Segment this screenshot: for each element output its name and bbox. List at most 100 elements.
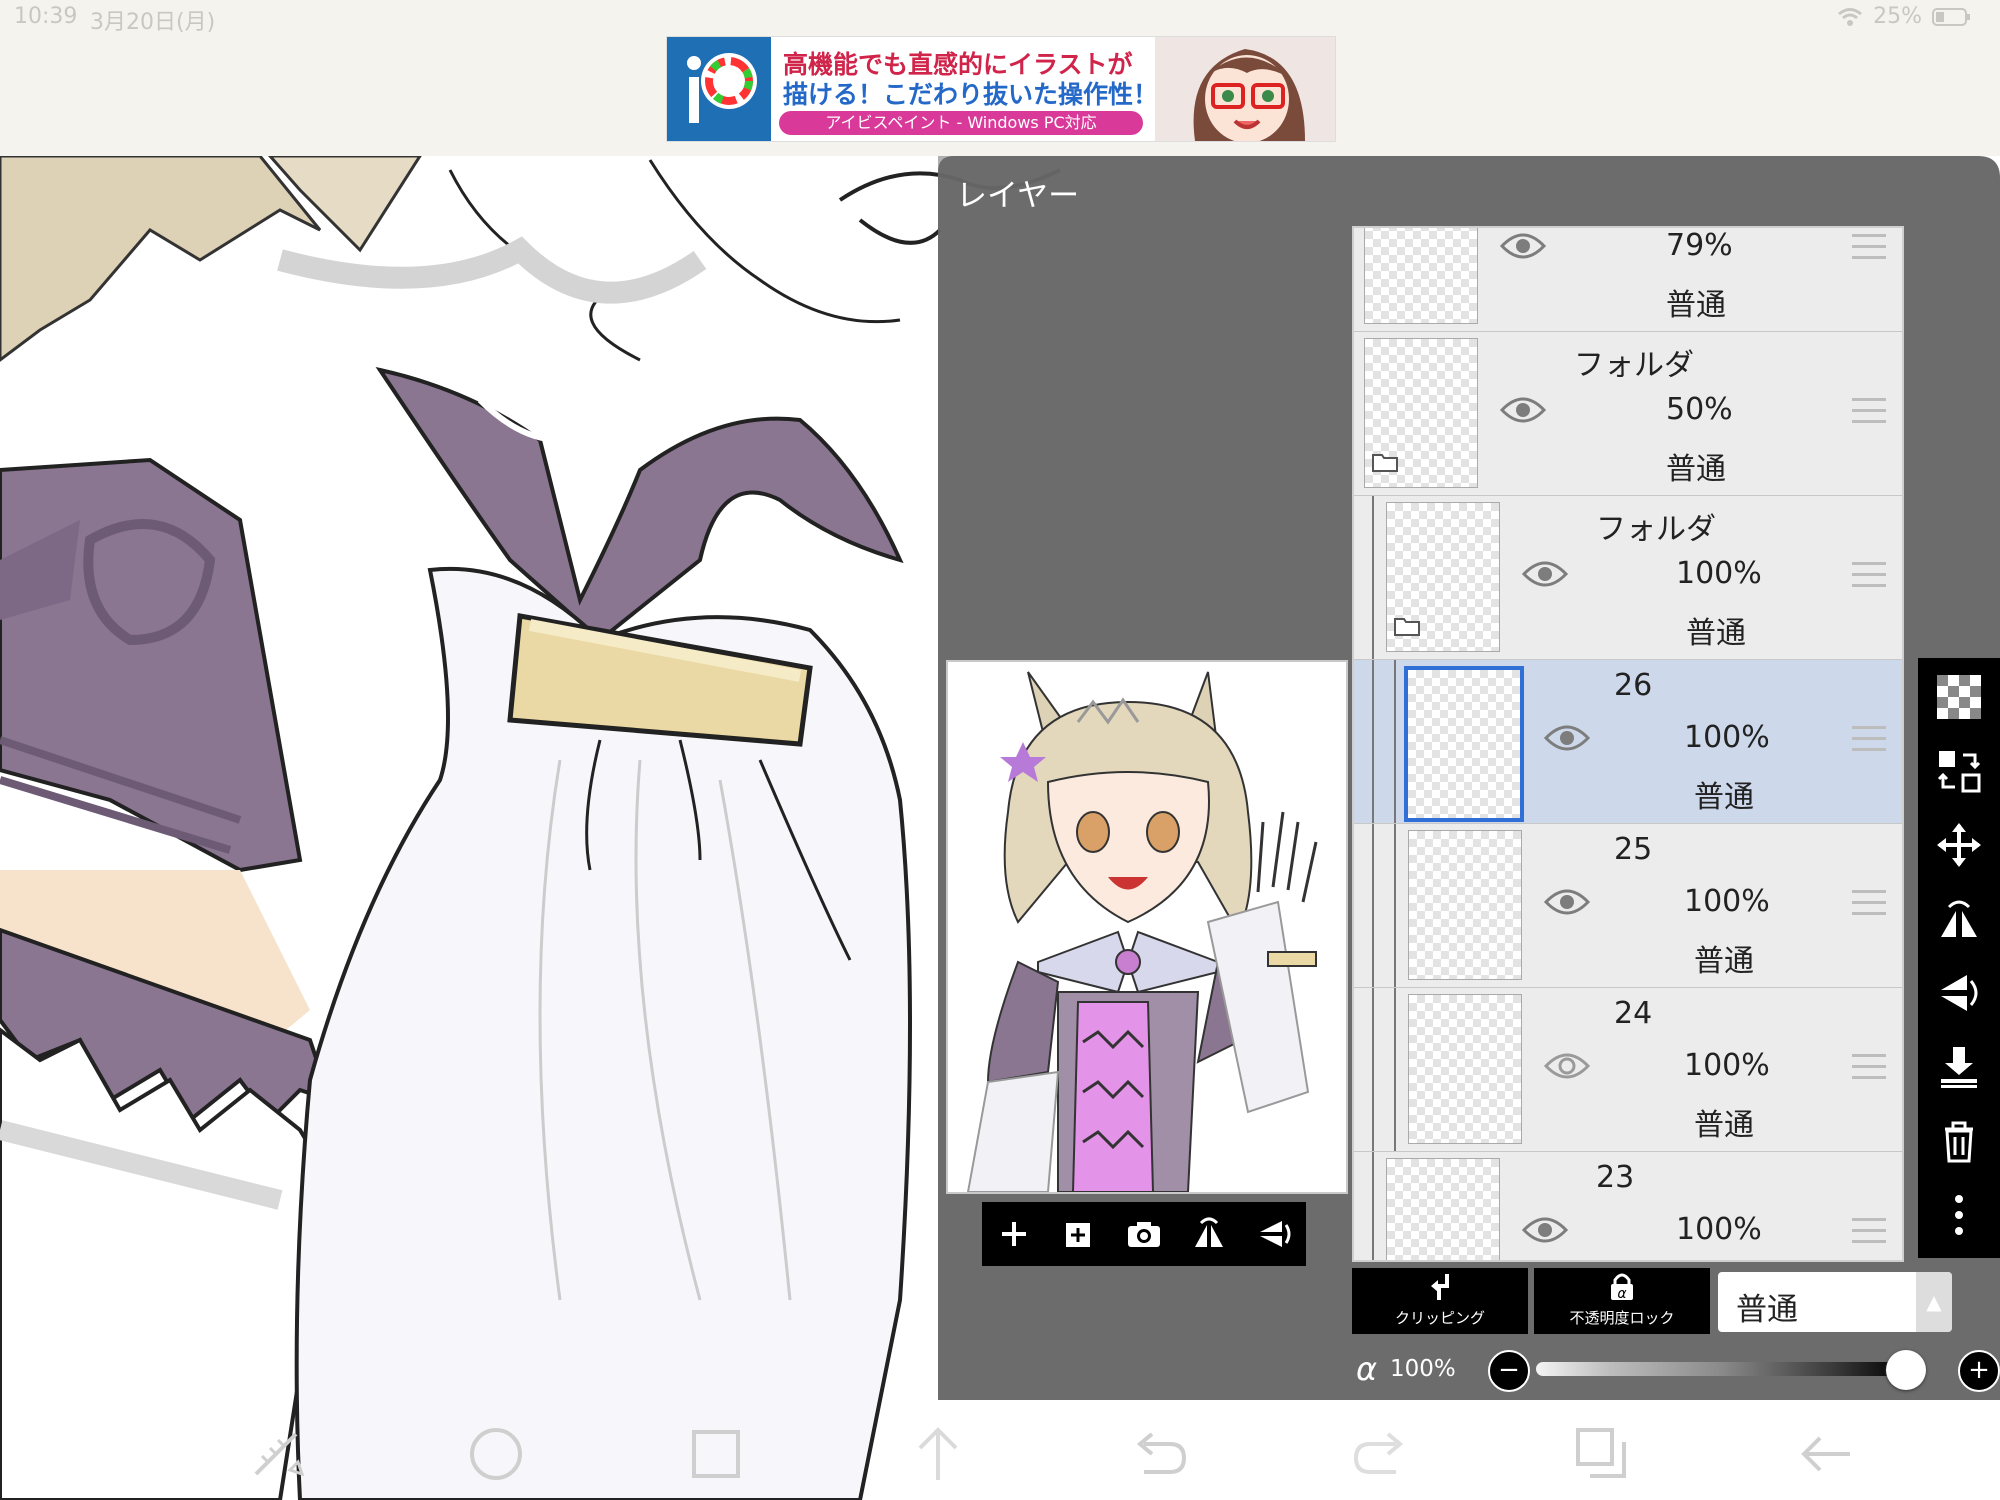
layer-row[interactable]: フォルダ 50% 普通	[1354, 332, 1902, 496]
layer-blend-mode: 普通	[1666, 288, 1726, 323]
layer-name: 24	[1614, 996, 1653, 1031]
layer-row[interactable]: 23 100% 普通	[1354, 1152, 1902, 1260]
ruler-icon[interactable]	[246, 1424, 306, 1484]
status-date: 3月20日(月)	[90, 10, 216, 35]
opacity-decrease-button[interactable]: −	[1488, 1350, 1530, 1392]
eye-hidden-icon[interactable]	[1544, 1050, 1590, 1082]
folder-icon	[1372, 454, 1398, 472]
layer-panel-title: レイヤー	[956, 178, 1080, 214]
status-bar: 10:39 3月20日(月) 25%	[0, 0, 2000, 35]
flip-horizontal-icon[interactable]	[1934, 894, 1984, 944]
layer-row-selected[interactable]: 26 100% 普通	[1354, 660, 1902, 824]
drag-handle-icon[interactable]	[1852, 890, 1886, 916]
ibis-paint-logo	[667, 37, 771, 141]
eye-icon[interactable]	[1500, 394, 1546, 426]
ad-subheadline: 描ける！こだわり抜いた操作性！	[783, 80, 1159, 109]
layer-blend-mode: 普通	[1694, 780, 1754, 815]
layer-thumbnail	[1408, 830, 1522, 980]
layer-opacity: 50%	[1666, 392, 1733, 427]
alpha-symbol: α	[1356, 1350, 1378, 1388]
layer-row[interactable]: フォルダ 100% 普通	[1354, 496, 1902, 660]
up-arrow-icon[interactable]	[908, 1424, 968, 1484]
battery-percent: 25%	[1873, 4, 1922, 29]
layer-thumbnail	[1404, 666, 1524, 822]
opacity-increase-button[interactable]: +	[1958, 1350, 2000, 1392]
layer-opacity: 100%	[1684, 1048, 1770, 1083]
layer-thumbnail	[1386, 1158, 1500, 1260]
blend-mode-arrow-icon: ▲	[1916, 1272, 1952, 1332]
layer-options-bar: クリッピング α 不透明度ロック 普通 ▲	[1352, 1268, 2000, 1334]
back-icon[interactable]	[1796, 1424, 1856, 1484]
drag-handle-icon[interactable]	[1852, 398, 1886, 424]
trash-icon[interactable]	[1934, 1116, 1984, 1166]
layer-tools-toolbar	[1918, 658, 2000, 1258]
camera-icon[interactable]	[1124, 1214, 1164, 1254]
drag-handle-icon[interactable]	[1852, 1218, 1886, 1244]
clipping-label: クリッピング	[1394, 1309, 1485, 1327]
layer-row[interactable]: 79% 普通	[1354, 228, 1902, 332]
circle-icon[interactable]	[466, 1424, 526, 1484]
eye-icon[interactable]	[1500, 230, 1546, 262]
ad-banner[interactable]: 高機能でも直感的にイラストが 描ける！こだわり抜いた操作性！ アイビスペイント …	[666, 36, 1336, 142]
more-icon[interactable]	[1934, 1190, 1984, 1240]
merge-down-icon[interactable]	[1934, 1042, 1984, 1092]
add-layer-icon[interactable]	[994, 1214, 1034, 1254]
flip-vertical-icon[interactable]	[1934, 968, 1984, 1018]
undo-icon[interactable]	[1130, 1424, 1190, 1484]
layer-panel: レイヤー 79% 普通 フォルダ 50% 普通 フォルダ 100% 普通 26 …	[938, 156, 2000, 1400]
add-layer-import-icon[interactable]	[1059, 1214, 1099, 1254]
layer-name: フォルダ	[1596, 512, 1716, 547]
layer-opacity: 100%	[1676, 1212, 1762, 1247]
move-icon[interactable]	[1934, 820, 1984, 870]
layer-opacity: 79%	[1666, 228, 1733, 263]
folder-icon	[1394, 618, 1420, 636]
layer-name: 23	[1596, 1160, 1635, 1195]
flip-horizontal-icon[interactable]	[1189, 1214, 1229, 1254]
swap-layer-icon[interactable]	[1934, 746, 1984, 796]
clipping-button[interactable]: クリッピング	[1352, 1268, 1528, 1334]
redo-icon[interactable]	[1350, 1424, 1410, 1484]
eye-icon[interactable]	[1522, 1214, 1568, 1246]
layer-opacity-control: α 100% − +	[1352, 1346, 2000, 1392]
layers-icon[interactable]	[1572, 1424, 1632, 1484]
layer-name: フォルダ	[1574, 348, 1694, 383]
opacity-slider[interactable]	[1536, 1362, 1906, 1376]
lock-icon: α	[1611, 1273, 1633, 1302]
preview-toolbar	[982, 1202, 1306, 1266]
eye-icon[interactable]	[1522, 558, 1568, 590]
ad-tagline: アイビスペイント - Windows PC対応	[779, 111, 1143, 135]
layer-blend-mode: 普通	[1686, 616, 1746, 651]
layer-opacity: 100%	[1684, 720, 1770, 755]
drag-handle-icon[interactable]	[1852, 562, 1886, 588]
svg-text:α: α	[1617, 1286, 1627, 1302]
transparency-icon[interactable]	[1934, 672, 1984, 722]
flip-vertical-icon[interactable]	[1254, 1214, 1294, 1254]
ad-character-illustration	[1155, 37, 1335, 141]
drag-handle-icon[interactable]	[1852, 234, 1886, 260]
layer-opacity: 100%	[1684, 884, 1770, 919]
layer-row[interactable]: 24 100% 普通	[1354, 988, 1902, 1152]
clipping-icon	[1431, 1274, 1449, 1300]
square-icon[interactable]	[686, 1424, 746, 1484]
eye-icon[interactable]	[1544, 722, 1590, 754]
bottom-toolbar	[0, 1400, 2000, 1500]
eye-icon[interactable]	[1544, 886, 1590, 918]
layer-list[interactable]: 79% 普通 フォルダ 50% 普通 フォルダ 100% 普通 26 100% …	[1352, 226, 1904, 1262]
layer-thumbnail	[1408, 994, 1522, 1144]
wifi-icon	[1838, 7, 1863, 26]
blend-mode-select[interactable]: 普通 ▲	[1718, 1272, 1952, 1332]
layer-name: 26	[1614, 668, 1653, 703]
layer-thumbnail	[1364, 228, 1478, 324]
opacity-lock-label: 不透明度ロック	[1569, 1309, 1675, 1327]
layer-name: 25	[1614, 832, 1653, 867]
layer-blend-mode: 普通	[1694, 944, 1754, 979]
opacity-slider-thumb[interactable]	[1886, 1350, 1926, 1390]
layer-blend-mode: 普通	[1694, 1108, 1754, 1143]
battery-icon	[1932, 7, 1970, 26]
drag-handle-icon[interactable]	[1852, 726, 1886, 752]
layer-row[interactable]: 25 100% 普通	[1354, 824, 1902, 988]
opacity-lock-button[interactable]: α 不透明度ロック	[1534, 1268, 1710, 1334]
canvas-preview[interactable]	[946, 660, 1348, 1194]
drag-handle-icon[interactable]	[1852, 1054, 1886, 1080]
status-time: 10:39	[14, 4, 78, 29]
